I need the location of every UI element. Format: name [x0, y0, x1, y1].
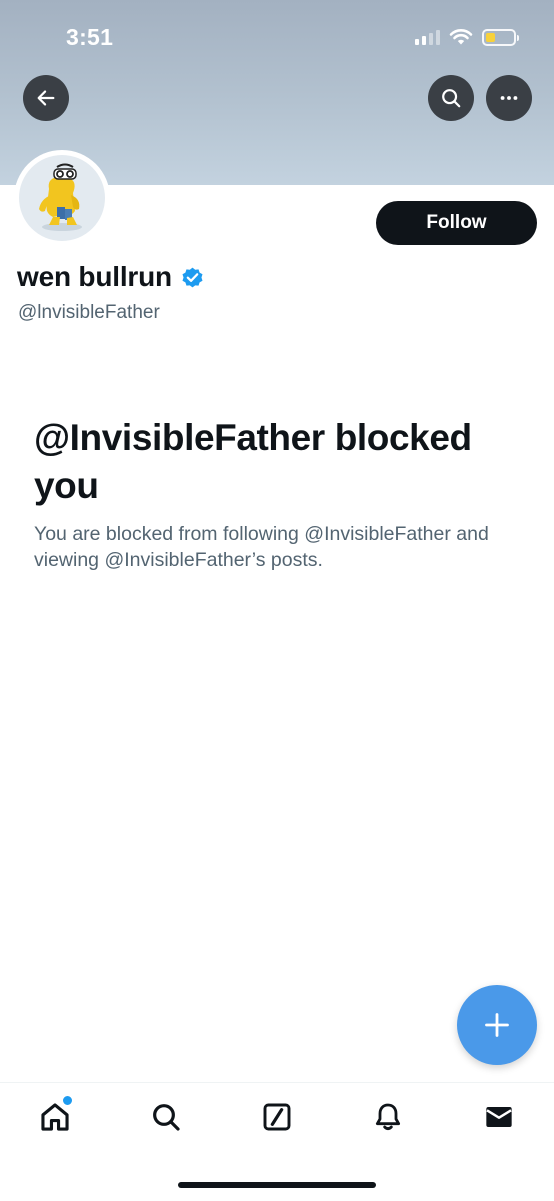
more-options-button[interactable]	[486, 75, 532, 121]
avatar-character-icon	[39, 163, 82, 231]
wifi-icon	[449, 29, 473, 45]
back-button[interactable]	[23, 75, 69, 121]
cellular-signal-icon	[415, 29, 440, 45]
blocked-description: You are blocked from following @Invisibl…	[34, 523, 489, 571]
verified-badge-icon[interactable]	[180, 265, 205, 290]
more-horizontal-icon	[500, 96, 518, 100]
slash-square-icon	[263, 1103, 291, 1131]
mail-icon	[486, 1107, 512, 1127]
display-name: wen bullrun	[17, 261, 172, 292]
status-time: 3:51	[66, 24, 114, 50]
search-button[interactable]	[428, 75, 474, 121]
tab-grok[interactable]	[259, 1099, 295, 1135]
search-icon	[442, 89, 461, 108]
tab-search[interactable]	[148, 1099, 184, 1135]
tab-home[interactable]	[37, 1095, 73, 1135]
compose-post-button[interactable]	[457, 985, 537, 1065]
arrow-left-icon	[37, 90, 55, 106]
follow-button[interactable]: Follow	[376, 201, 537, 245]
avatar[interactable]	[14, 150, 110, 246]
plus-icon	[485, 1013, 509, 1037]
profile-name-row: wen bullrun	[17, 261, 205, 293]
status-icons	[415, 25, 519, 49]
tab-messages[interactable]	[481, 1099, 517, 1135]
avatar-image	[19, 155, 105, 241]
tab-notifications[interactable]	[370, 1099, 406, 1135]
battery-icon	[482, 28, 519, 46]
home-notification-dot	[62, 1095, 73, 1106]
search-icon	[153, 1104, 180, 1131]
blocked-title: @InvisibleFather blocked you	[34, 417, 472, 506]
home-indicator[interactable]	[178, 1182, 376, 1188]
profile-handle: @lnvisibleFather	[18, 302, 160, 323]
bell-icon	[375, 1103, 401, 1131]
battery-level	[486, 32, 496, 42]
